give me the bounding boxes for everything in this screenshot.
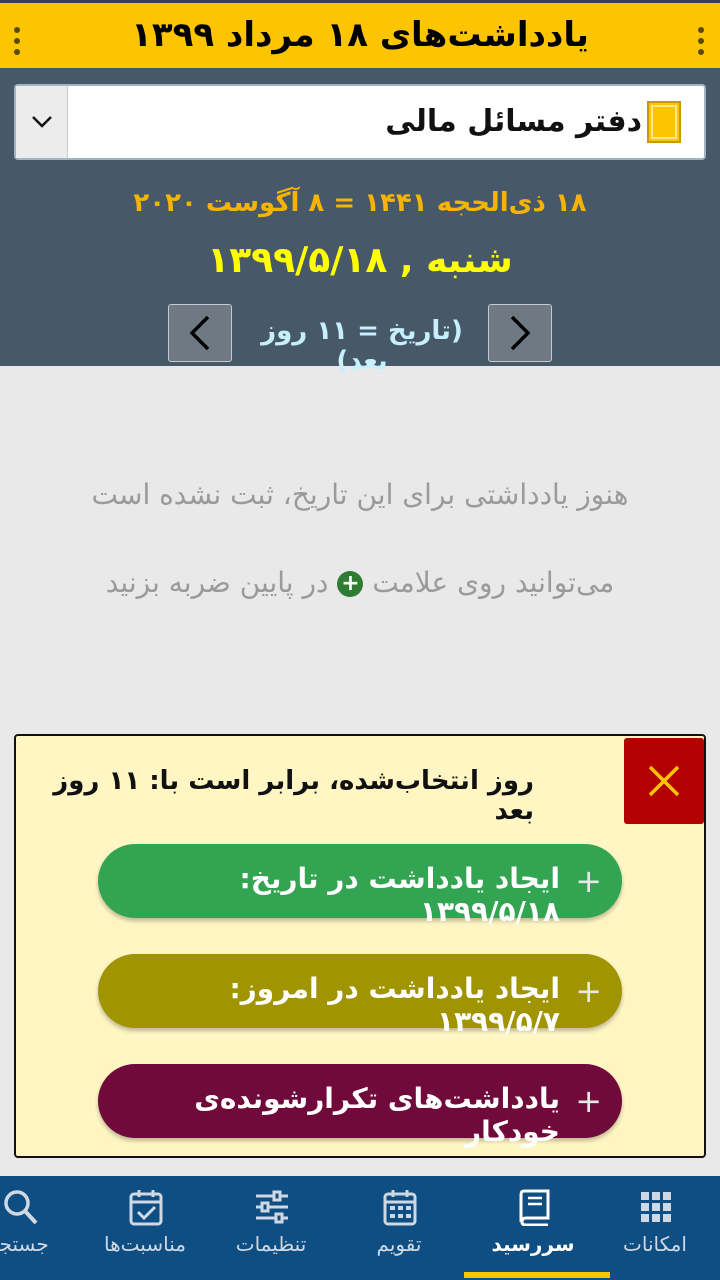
close-icon	[648, 765, 680, 797]
plus-circle-icon: +	[337, 571, 364, 597]
action-label: یادداشت‌های تکرارشونده‌ی خودکار	[194, 1082, 560, 1148]
tab-planner[interactable]: سررسید	[478, 1176, 588, 1280]
date-header: دفتر مسائل مالی ۱۸ ذی‌الحجه ۱۴۴۱ = ۸ آگو…	[0, 68, 720, 376]
tab-label: تنظیمات	[235, 1232, 307, 1256]
tab-calendar[interactable]: تقویم	[344, 1176, 454, 1280]
date-difference: (تاریخ = ۱۱ روز بعد)	[261, 316, 463, 376]
empty-hint-part2: در پایین ضربه بزنید	[105, 566, 329, 599]
notebook-icon	[647, 101, 681, 143]
tab-features[interactable]: امکانات	[600, 1176, 710, 1280]
active-tab-indicator	[464, 1272, 610, 1278]
next-day-button[interactable]	[488, 304, 552, 362]
sliders-icon	[256, 1190, 288, 1224]
empty-state-hint: می‌توانید روی علامت + در پایین ضربه بزنی…	[0, 566, 720, 599]
create-note-today-button[interactable]: + ایجاد یادداشت در امروز: ۱۳۹۹/۵/۷	[98, 954, 622, 1038]
right-overflow-menu-icon[interactable]	[698, 27, 706, 55]
empty-state-message: هنوز یادداشتی برای این تاریخ، ثبت نشده ا…	[91, 478, 629, 511]
tab-label: سررسید	[491, 1232, 575, 1256]
tab-search[interactable]: جستجو	[0, 1176, 74, 1280]
tab-settings[interactable]: تنظیمات	[216, 1176, 326, 1280]
action-label: ایجاد یادداشت در تاریخ: ۱۳۹۹/۵/۱۸	[239, 862, 560, 928]
selected-date: شنبه , ۱۳۹۹/۵/۱۸	[207, 240, 513, 281]
tab-label: امکانات	[623, 1232, 687, 1256]
chevron-left-icon	[189, 315, 210, 351]
book-icon	[519, 1189, 550, 1226]
tab-label: جستجو	[0, 1232, 49, 1256]
close-panel-button[interactable]	[624, 738, 704, 824]
calendar-icon	[383, 1190, 417, 1226]
bottom-navigation: امکانات سررسید تقویم تنظیمات	[0, 1176, 720, 1280]
notebook-name: دفتر مسائل مالی	[385, 104, 642, 139]
previous-day-button[interactable]	[168, 304, 232, 362]
hijri-gregorian-date: ۱۸ ذی‌الحجه ۱۴۴۱ = ۸ آگوست ۲۰۲۰	[133, 188, 587, 218]
create-note-on-date-button[interactable]: + ایجاد یادداشت در تاریخ: ۱۳۹۹/۵/۱۸	[98, 844, 622, 928]
plus-icon: +	[575, 1082, 602, 1120]
notebook-selector[interactable]: دفتر مسائل مالی	[14, 84, 706, 160]
recurring-notes-button[interactable]: + یادداشت‌های تکرارشونده‌ی خودکار	[98, 1064, 622, 1148]
top-app-bar: یادداشت‌های ۱۸ مرداد ۱۳۹۹	[0, 0, 720, 68]
chevron-right-icon	[510, 315, 531, 351]
tab-events[interactable]: مناسبت‌ها	[90, 1176, 200, 1280]
plus-icon: +	[575, 972, 602, 1010]
app-title: یادداشت‌های ۱۸ مرداد ۱۳۹۹	[131, 15, 589, 55]
tab-label: تقویم	[376, 1232, 422, 1256]
search-icon	[4, 1190, 38, 1225]
event-icon	[129, 1190, 163, 1226]
action-label: ایجاد یادداشت در امروز: ۱۳۹۹/۵/۷	[229, 972, 560, 1038]
selected-day-info: روز انتخاب‌شده، برابر است با: ۱۱ روز بعد	[53, 766, 534, 826]
chevron-down-icon[interactable]	[16, 86, 68, 158]
add-note-panel: روز انتخاب‌شده، برابر است با: ۱۱ روز بعد…	[14, 734, 706, 1158]
tab-label: مناسبت‌ها	[104, 1232, 186, 1256]
plus-icon: +	[575, 862, 602, 900]
grid-icon	[641, 1192, 671, 1222]
empty-hint-part1: می‌توانید روی علامت	[372, 566, 615, 599]
